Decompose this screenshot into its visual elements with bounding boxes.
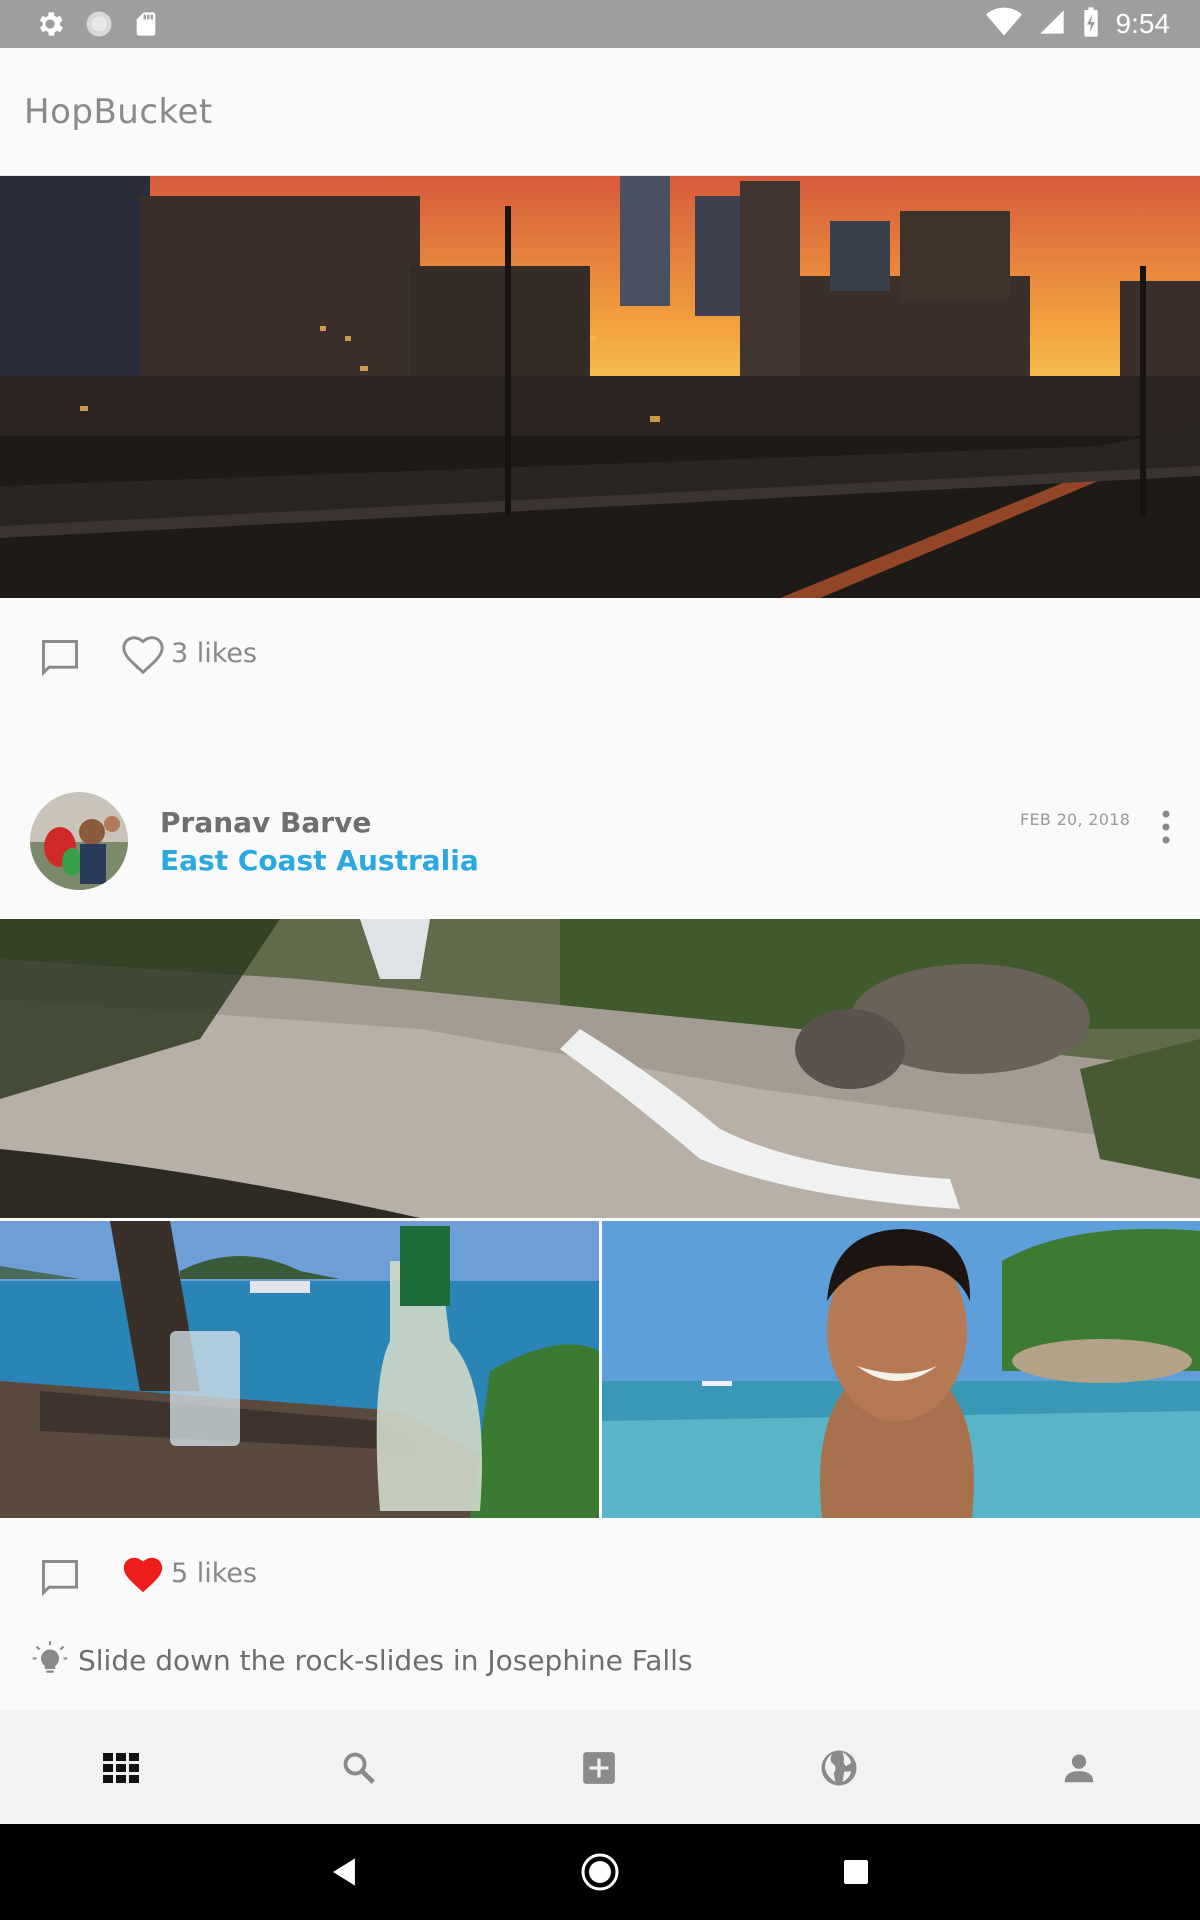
post-caption: Slide down the rock-slides in Josephine …: [78, 1644, 693, 1677]
post-date: FEB 20, 2018: [1020, 810, 1131, 829]
status-bar: 9:54: [0, 0, 1200, 48]
comment-icon[interactable]: [38, 1556, 82, 1600]
post-image-city-skyline[interactable]: [0, 176, 1200, 598]
system-nav-bar: [0, 1824, 1200, 1920]
post-2-header: Pranav Barve East Coast Australia FEB 20…: [0, 780, 1200, 890]
battery-charging-icon: [1082, 6, 1100, 42]
more-vert-icon[interactable]: [1156, 808, 1176, 848]
recents-icon[interactable]: [828, 1844, 884, 1900]
lightbulb-icon: [32, 1640, 68, 1680]
nav-person-icon[interactable]: [1049, 1738, 1109, 1798]
circle-icon: [84, 9, 114, 43]
likes-count[interactable]: 3 likes: [171, 638, 257, 669]
wifi-icon: [985, 7, 1022, 41]
post-location[interactable]: East Coast Australia: [160, 844, 479, 877]
post-image-beach-drink[interactable]: [0, 1221, 599, 1518]
post-caption-row: Slide down the rock-slides in Josephine …: [0, 1636, 1200, 1686]
signal-icon: [1038, 8, 1066, 40]
nav-add-box-icon[interactable]: [569, 1738, 629, 1798]
author-name[interactable]: Pranav Barve: [160, 806, 371, 839]
comment-icon[interactable]: [38, 636, 82, 680]
post-image-beach-selfie[interactable]: [602, 1221, 1200, 1518]
nav-globe-icon[interactable]: [809, 1738, 869, 1798]
likes-count[interactable]: 5 likes: [171, 1558, 257, 1589]
sd-card-icon: [132, 9, 160, 43]
nav-feed-grid-icon[interactable]: [91, 1738, 151, 1798]
back-icon[interactable]: [316, 1844, 372, 1900]
gear-icon: [34, 8, 66, 44]
app-bar: HopBucket: [0, 48, 1200, 176]
status-time: 9:54: [1115, 8, 1171, 39]
post-1-actions: 3 likes: [0, 626, 1200, 686]
heart-filled-icon[interactable]: [120, 1552, 166, 1598]
avatar[interactable]: [30, 792, 128, 890]
nav-search-icon[interactable]: [329, 1738, 389, 1798]
app-title: HopBucket: [24, 92, 213, 132]
home-icon[interactable]: [572, 1844, 628, 1900]
bottom-nav: [0, 1710, 1200, 1824]
post-2-actions: 5 likes: [0, 1546, 1200, 1606]
post-image-waterfall[interactable]: [0, 919, 1200, 1218]
heart-outline-icon[interactable]: [120, 632, 166, 678]
